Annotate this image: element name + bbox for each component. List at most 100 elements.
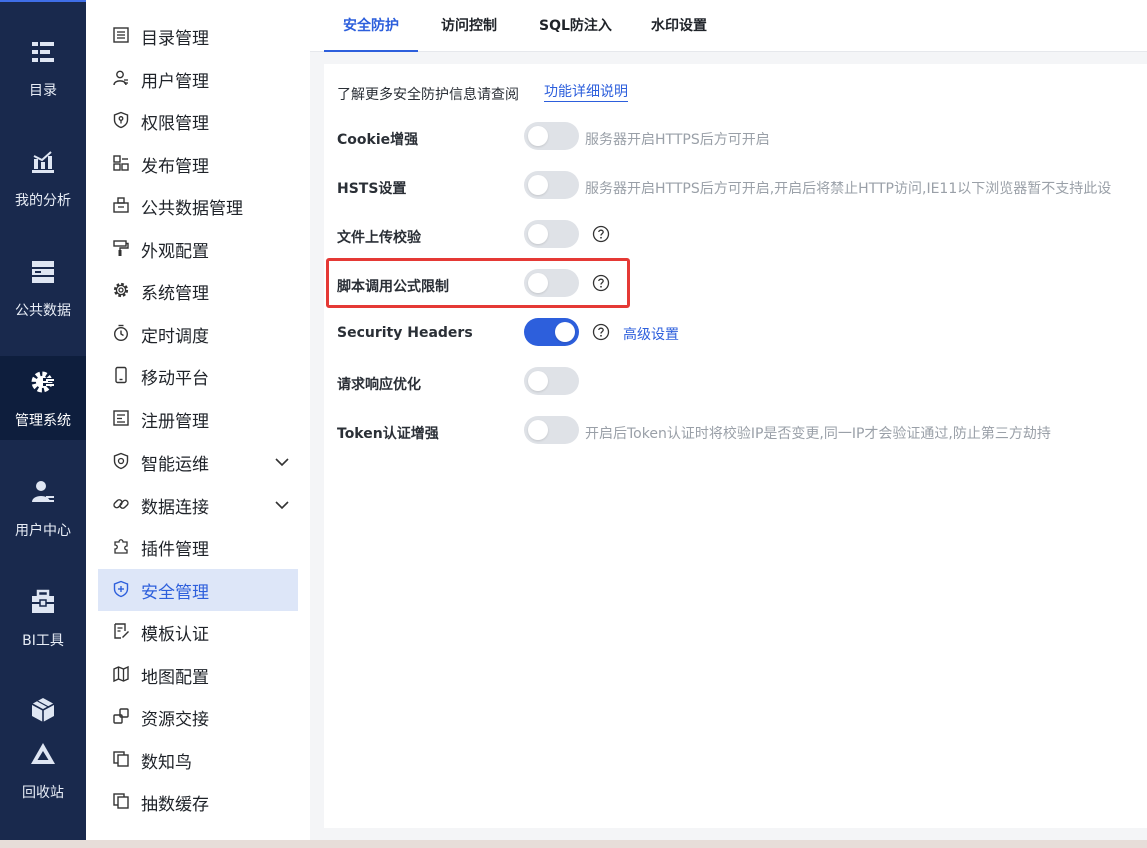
subnav-item-label: 智能运维 xyxy=(141,455,209,475)
subnav-item-label: 系统管理 xyxy=(141,284,209,304)
setting-label-file-upload: 文件上传校验 xyxy=(337,230,421,246)
rail-item-label: 目录 xyxy=(29,83,57,99)
setting-label-script-formula: 脚本调用公式限制 xyxy=(337,279,449,295)
subnav-item-resource-handover[interactable]: 资源交接 xyxy=(98,696,298,738)
rail-item-bi-tools[interactable]: BI工具 xyxy=(0,580,86,664)
register-icon xyxy=(113,410,129,426)
file-upload-check-toggle[interactable] xyxy=(524,220,579,248)
rail-item-label: 我的分析 xyxy=(15,193,71,209)
main-content: 安全防护 访问控制 SQL防注入 水印设置 了解更多安全防护信息请查阅 功能详细… xyxy=(310,0,1147,840)
subnav-item-mobile[interactable]: 移动平台 xyxy=(98,355,298,397)
setting-label-token: Token认证增强 xyxy=(337,426,439,442)
copy-doc-icon xyxy=(113,793,129,809)
intro-text: 了解更多安全防护信息请查阅 xyxy=(337,87,519,103)
rail-item-label: 回收站 xyxy=(22,785,64,801)
toggle-knob xyxy=(528,371,548,391)
primary-rail: 目录 我的分析 公共数据 管理系统 用户中心 BI工具 回收站 xyxy=(0,0,86,840)
subnav-item-appearance[interactable]: 外观配置 xyxy=(98,228,298,270)
rail-item-label: BI工具 xyxy=(22,633,64,649)
subnav-item-shuzhiniao[interactable]: 数知鸟 xyxy=(98,739,298,781)
subnav-item-system-manage[interactable]: 系统管理 xyxy=(98,270,298,312)
rail-item-manage-system[interactable]: 管理系统 xyxy=(0,356,86,440)
publish-icon xyxy=(113,155,129,171)
analysis-chart-icon xyxy=(32,151,54,173)
mobile-icon xyxy=(115,366,127,384)
public-data-manage-icon xyxy=(113,197,129,213)
help-circle-icon[interactable] xyxy=(592,323,610,341)
subnav-item-map-config[interactable]: 地图配置 xyxy=(98,654,298,696)
subnav-item-label: 定时调度 xyxy=(141,327,209,347)
rail-item-label: 管理系统 xyxy=(15,413,71,429)
resource-handover-icon xyxy=(113,708,129,724)
bottom-edge-strip xyxy=(0,840,1147,848)
user-center-icon xyxy=(32,481,54,502)
subnav-item-label: 抽数缓存 xyxy=(141,795,209,815)
subnav-item-label: 资源交接 xyxy=(141,710,209,730)
rail-item-my-analysis[interactable]: 我的分析 xyxy=(0,140,86,224)
feature-doc-link[interactable]: 功能详细说明 xyxy=(544,84,628,102)
script-formula-limit-toggle[interactable] xyxy=(524,269,579,297)
catalog-icon xyxy=(32,42,54,62)
rail-item-user-center[interactable]: 用户中心 xyxy=(0,470,86,554)
subnav-item-label: 模板认证 xyxy=(141,625,209,645)
cookie-enhance-toggle[interactable] xyxy=(524,122,579,150)
cube-icon xyxy=(31,698,55,722)
setting-hint-hsts: 服务器开启HTTPS后方可开启,开启后将禁止HTTP访问,IE11以下浏览器暂不… xyxy=(585,181,1112,197)
subnav-item-label: 安全管理 xyxy=(141,583,209,603)
subnav-item-scheduling[interactable]: 定时调度 xyxy=(98,313,298,355)
public-data-icon xyxy=(32,261,54,283)
subnav-item-security-manage[interactable]: 安全管理 xyxy=(98,569,298,611)
subnav-item-catalog-manage[interactable]: 目录管理 xyxy=(98,15,298,57)
rail-item-recycle-bin[interactable]: 回收站 xyxy=(0,690,86,801)
setting-hint-token: 开启后Token认证时将校验IP是否变更,同一IP才会验证通过,防止第三方劫持 xyxy=(585,426,1051,442)
help-circle-icon[interactable] xyxy=(592,225,610,243)
tab-access-control[interactable]: 访问控制 xyxy=(422,0,516,52)
chevron-down-icon xyxy=(275,458,289,467)
permission-shield-icon xyxy=(113,111,129,129)
rail-item-public-data[interactable]: 公共数据 xyxy=(0,250,86,334)
manage-gear-icon xyxy=(31,371,54,393)
setting-label-cookie: Cookie增强 xyxy=(337,132,419,148)
setting-hint-cookie: 服务器开启HTTPS后方可开启 xyxy=(585,132,770,148)
subnav-item-template-cert[interactable]: 模板认证 xyxy=(98,611,298,653)
toolbox-icon xyxy=(32,589,54,613)
hsts-toggle[interactable] xyxy=(524,171,579,199)
subnav-item-plugin-manage[interactable]: 插件管理 xyxy=(98,526,298,568)
chevron-down-icon xyxy=(275,501,289,510)
toggle-knob xyxy=(528,224,548,244)
toggle-knob xyxy=(528,420,548,440)
map-icon xyxy=(113,665,129,683)
token-auth-enhance-toggle[interactable] xyxy=(524,416,579,444)
subnav-item-label: 插件管理 xyxy=(141,540,209,560)
setting-label-response-optimize: 请求响应优化 xyxy=(337,377,421,393)
security-headers-toggle[interactable] xyxy=(524,318,579,346)
subnav-item-label: 地图配置 xyxy=(141,668,209,688)
subnav-item-user-manage[interactable]: 用户管理 xyxy=(98,58,298,100)
subnav-item-public-data-manage[interactable]: 公共数据管理 xyxy=(98,185,298,227)
help-circle-icon[interactable] xyxy=(592,274,610,292)
subnav-item-permission-manage[interactable]: 权限管理 xyxy=(98,100,298,142)
subnav-item-smart-ops[interactable]: 智能运维 xyxy=(98,441,298,483)
setting-label-hsts: HSTS设置 xyxy=(337,181,407,197)
catalog-list-icon xyxy=(113,27,129,43)
plugin-icon xyxy=(114,539,128,554)
subnav-item-publish-manage[interactable]: 发布管理 xyxy=(98,143,298,185)
subnav-item-label: 外观配置 xyxy=(141,242,209,262)
tab-sql-injection[interactable]: SQL防注入 xyxy=(520,0,631,52)
response-optimize-toggle[interactable] xyxy=(524,367,579,395)
security-shield-icon xyxy=(113,580,129,598)
subnav-item-label: 数知鸟 xyxy=(141,753,192,773)
tab-bar: 安全防护 访问控制 SQL防注入 水印设置 xyxy=(310,0,1147,52)
subnav-item-label: 用户管理 xyxy=(141,72,209,92)
toggle-knob xyxy=(528,175,548,195)
tab-watermark[interactable]: 水印设置 xyxy=(632,0,726,52)
advanced-settings-link[interactable]: 高级设置 xyxy=(623,324,679,344)
rail-item-catalog[interactable]: 目录 xyxy=(0,30,86,114)
subnav-item-register[interactable]: 注册管理 xyxy=(98,398,298,440)
timer-icon xyxy=(113,324,129,342)
subnav-item-extract-cache[interactable]: 抽数缓存 xyxy=(98,781,298,823)
subnav-item-label: 权限管理 xyxy=(141,114,209,134)
subnav-item-data-connection[interactable]: 数据连接 xyxy=(98,484,298,526)
tab-security-protection[interactable]: 安全防护 xyxy=(324,0,418,52)
setting-label-security-headers: Security Headers xyxy=(337,325,473,341)
